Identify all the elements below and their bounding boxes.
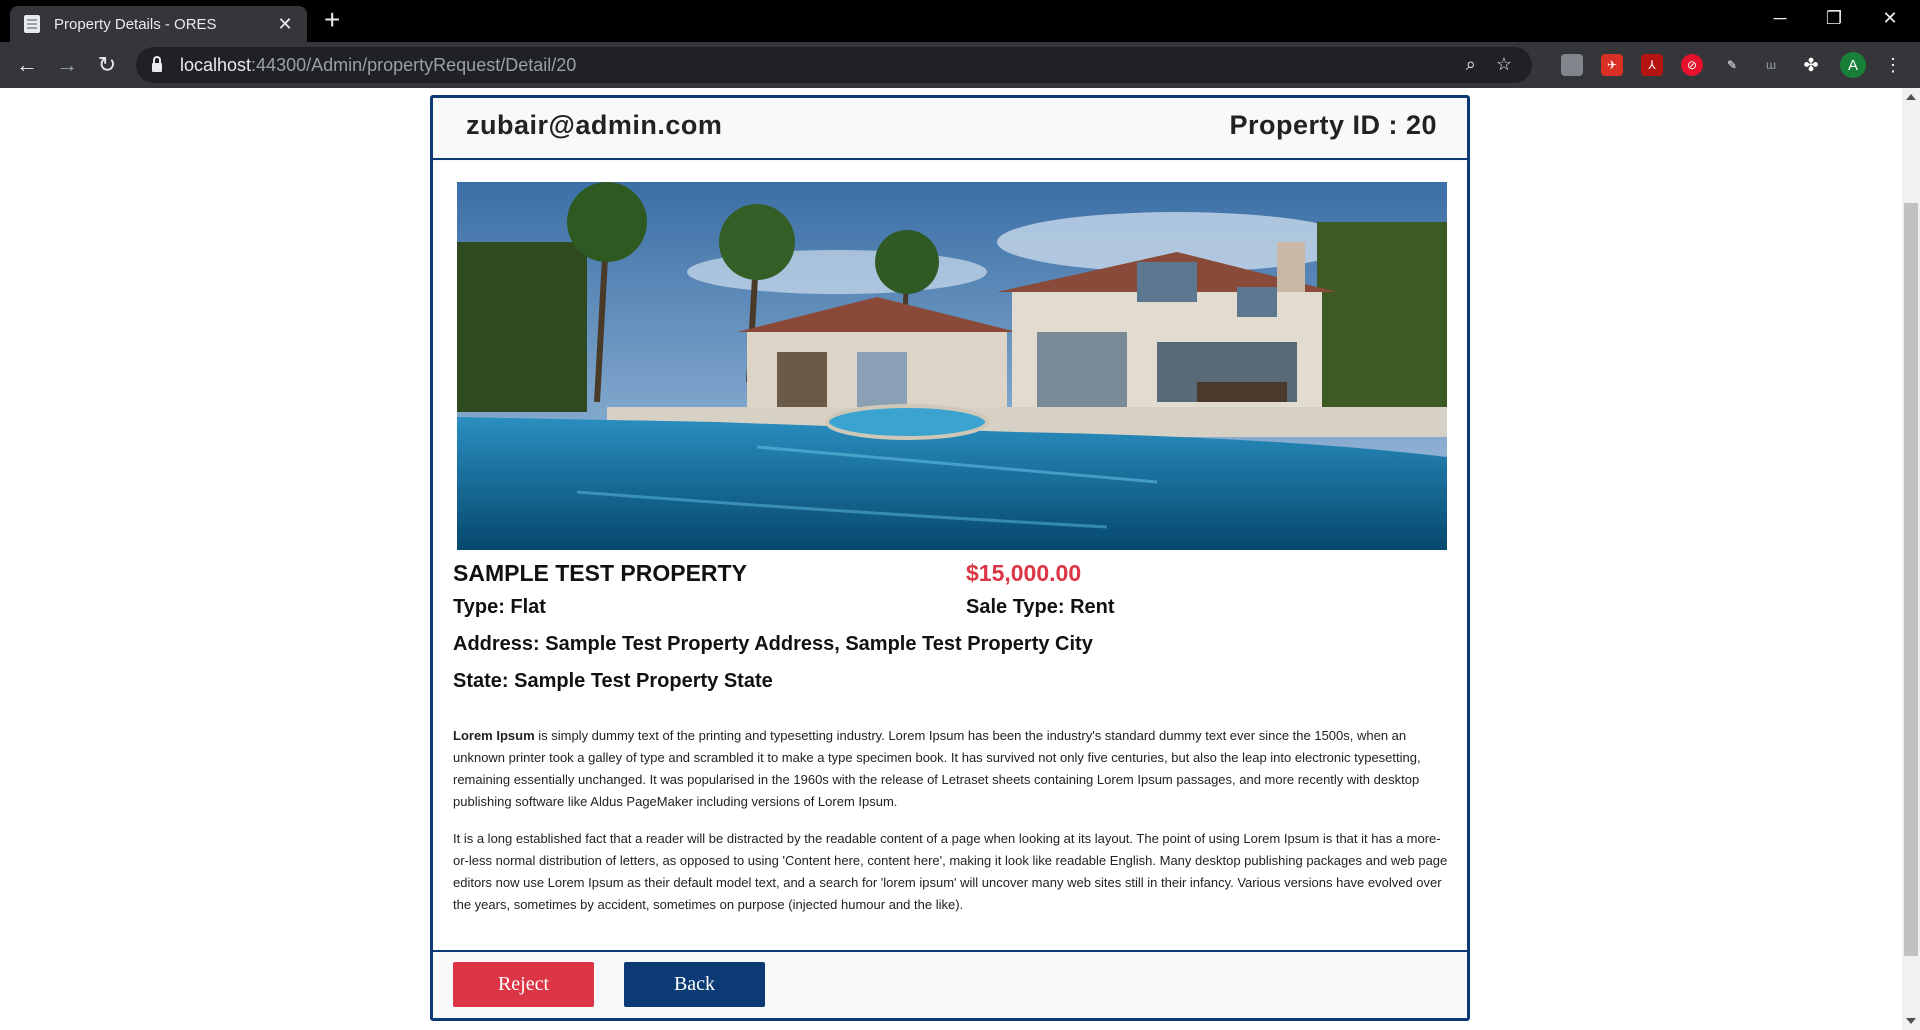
reload-icon[interactable]: ↻ (92, 50, 122, 80)
description-lead: Lorem Ipsum (453, 728, 535, 743)
close-window-icon[interactable]: ✕ (1862, 0, 1918, 36)
scroll-up-icon[interactable] (1906, 94, 1916, 100)
minimize-icon[interactable]: ─ (1752, 0, 1808, 36)
new-tab-icon[interactable]: + (324, 6, 340, 34)
page-favicon-icon (24, 15, 40, 33)
extension-wu-icon[interactable]: ɯ (1760, 54, 1782, 76)
property-state: State: Sample Test Property State (453, 670, 773, 692)
description-paragraph-2: It is a long established fact that a rea… (453, 831, 1448, 912)
menu-icon[interactable]: ⋮ (1882, 54, 1904, 76)
reject-button[interactable]: Reject (453, 962, 594, 1007)
zoom-icon[interactable]: ⌕ (1466, 54, 1476, 75)
description-text-1: is simply dummy text of the printing and… (453, 728, 1421, 809)
card-body: SAMPLE TEST PROPERTY $15,000.00 Type: Fl… (433, 162, 1467, 950)
back-arrow-icon[interactable]: ← (12, 50, 42, 80)
scroll-down-icon[interactable] (1906, 1018, 1916, 1024)
property-sale-type: Sale Type: Rent (966, 596, 1115, 618)
close-tab-icon[interactable]: ✕ (275, 14, 295, 35)
extension-red-icon[interactable]: ✈ (1601, 54, 1623, 76)
browser-tab[interactable]: Property Details - ORES ✕ (10, 6, 307, 42)
scroll-thumb[interactable] (1904, 203, 1918, 956)
page-scrollbar[interactable] (1902, 88, 1920, 1030)
extension-swirl-icon[interactable]: ⊘ (1681, 54, 1703, 76)
description-paragraph-1: Lorem Ipsum is simply dummy text of the … (453, 725, 1448, 813)
property-detail-card: zubair@admin.com Property ID : 20 SAMPLE… (430, 95, 1470, 1021)
extension-gray-icon[interactable] (1561, 54, 1583, 76)
card-footer: Reject Back (433, 950, 1467, 1018)
url-text: localhost:44300/Admin/propertyRequest/De… (180, 54, 577, 75)
restore-icon[interactable]: ❐ (1806, 0, 1862, 36)
property-type: Type: Flat (453, 596, 546, 618)
browser-tab-bar: Property Details - ORES ✕ + ─ ❐ ✕ (0, 0, 1920, 42)
lock-icon[interactable] (152, 56, 162, 72)
forward-arrow-icon[interactable]: → (52, 50, 82, 80)
extension-pen-icon[interactable]: ✎ (1721, 54, 1743, 76)
property-id: Property ID : 20 (1229, 110, 1437, 140)
pdf-extension-icon[interactable]: ⅄ (1641, 54, 1663, 76)
user-email: zubair@admin.com (466, 110, 723, 140)
browser-toolbar: ← → ↻ localhost:44300/Admin/propertyRequ… (0, 42, 1920, 88)
property-title: SAMPLE TEST PROPERTY (453, 560, 747, 586)
extensions-icon[interactable]: ✤ (1800, 54, 1822, 76)
property-photo (457, 182, 1447, 550)
profile-avatar[interactable]: A (1840, 52, 1866, 78)
star-icon[interactable]: ☆ (1496, 54, 1512, 75)
tab-title: Property Details - ORES (54, 15, 217, 33)
property-price: $15,000.00 (966, 560, 1082, 586)
back-button[interactable]: Back (624, 962, 765, 1007)
address-bar[interactable]: localhost:44300/Admin/propertyRequest/De… (136, 47, 1532, 83)
card-header: zubair@admin.com Property ID : 20 (433, 98, 1467, 160)
property-photo-illustration (457, 182, 1447, 550)
property-address: Address: Sample Test Property Address, S… (453, 633, 1093, 655)
